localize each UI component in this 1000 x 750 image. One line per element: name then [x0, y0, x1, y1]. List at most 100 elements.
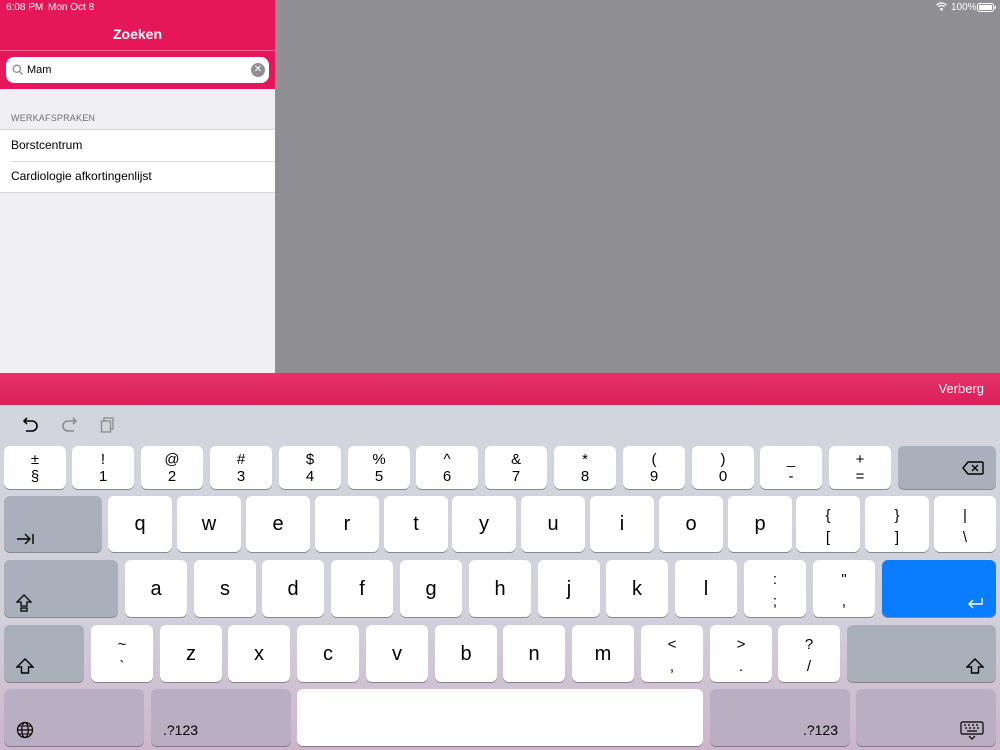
- key-x[interactable]: x: [228, 625, 290, 682]
- key-6[interactable]: ^ 6: [416, 446, 478, 489]
- key-p[interactable]: p: [728, 496, 792, 552]
- paste-icon[interactable]: [100, 417, 116, 438]
- key-0[interactable]: ) 0: [692, 446, 754, 489]
- key-l[interactable]: l: [675, 560, 737, 617]
- key-d[interactable]: d: [262, 560, 324, 617]
- key-section-sign[interactable]: ± §: [4, 446, 66, 489]
- sidebar: Zoeken ✕ WERKAFSPRAKEN Borstcentrum Card…: [0, 0, 275, 373]
- key-2[interactable]: @ 2: [141, 446, 203, 489]
- status-date: Mon Oct 8: [48, 2, 95, 13]
- delete-key[interactable]: [898, 446, 996, 489]
- search-input[interactable]: [27, 60, 247, 80]
- key-label: v: [392, 643, 402, 665]
- key-o[interactable]: o: [659, 496, 723, 552]
- key-label-top: ): [720, 451, 726, 468]
- key-s[interactable]: s: [194, 560, 256, 617]
- key-n[interactable]: n: [503, 625, 565, 682]
- key-9[interactable]: ( 9: [623, 446, 685, 489]
- key-z[interactable]: z: [160, 625, 222, 682]
- key-label-bottom: 8: [580, 468, 590, 485]
- shift-left-key[interactable]: [4, 625, 84, 682]
- key-q[interactable]: q: [108, 496, 172, 552]
- space-bar[interactable]: [297, 689, 703, 746]
- search-bar[interactable]: ✕: [6, 57, 269, 83]
- wifi-icon: [936, 2, 947, 14]
- globe-key[interactable]: [4, 689, 144, 746]
- key-e[interactable]: e: [246, 496, 310, 552]
- key-f[interactable]: f: [331, 560, 393, 617]
- key-label-bottom: ;: [772, 593, 778, 610]
- key-j[interactable]: j: [538, 560, 600, 617]
- key-1[interactable]: ! 1: [72, 446, 134, 489]
- key-label: i: [619, 513, 625, 535]
- key-label-top: ±: [30, 451, 40, 468]
- key-label-top: ~: [117, 636, 127, 653]
- key-y[interactable]: y: [452, 496, 516, 552]
- key-5[interactable]: % 5: [348, 446, 410, 489]
- globe-icon: [16, 721, 34, 744]
- key-label: a: [150, 578, 162, 600]
- key-7[interactable]: & 7: [485, 446, 547, 489]
- key-bracket-right[interactable]: } ]: [865, 496, 929, 552]
- shift-icon: [15, 658, 35, 679]
- key-t[interactable]: t: [384, 496, 448, 552]
- key-a[interactable]: a: [125, 560, 187, 617]
- key-backslash[interactable]: | \: [934, 496, 996, 552]
- key-quote[interactable]: " ,: [813, 560, 875, 617]
- key-i[interactable]: i: [590, 496, 654, 552]
- keyboard-accessory-bar: Verberg: [0, 373, 1000, 405]
- key-label-top: }: [894, 507, 900, 524]
- key-label-top: $: [305, 451, 315, 468]
- redo-icon[interactable]: [60, 417, 80, 438]
- key-label: n: [528, 643, 540, 665]
- caps-lock-key[interactable]: [4, 560, 118, 617]
- key-k[interactable]: k: [606, 560, 668, 617]
- shift-right-key[interactable]: [847, 625, 996, 682]
- key-u[interactable]: u: [521, 496, 585, 552]
- key-r[interactable]: r: [315, 496, 379, 552]
- key-label-top: (: [651, 451, 657, 468]
- hide-keyboard-button[interactable]: Verberg: [938, 381, 984, 396]
- clear-search-icon[interactable]: ✕: [251, 63, 265, 77]
- list-item[interactable]: Borstcentrum: [0, 130, 275, 161]
- key-b[interactable]: b: [435, 625, 497, 682]
- key-g[interactable]: g: [400, 560, 462, 617]
- key-semicolon[interactable]: : ;: [744, 560, 806, 617]
- key-equals[interactable]: + =: [829, 446, 891, 489]
- key-label: o: [685, 513, 697, 535]
- key-label: x: [254, 643, 264, 665]
- key-question[interactable]: ? /: [778, 625, 840, 682]
- key-minus[interactable]: _ -: [760, 446, 822, 489]
- key-label-bottom: \: [962, 529, 968, 546]
- tab-key[interactable]: [4, 496, 102, 552]
- key-tilde[interactable]: ~ `: [91, 625, 153, 682]
- key-label: u: [547, 513, 559, 535]
- key-label: c: [323, 643, 333, 665]
- key-label-bottom: `: [119, 658, 125, 675]
- key-w[interactable]: w: [177, 496, 241, 552]
- navbar-divider: [0, 50, 275, 51]
- key-label: m: [594, 643, 612, 665]
- numbers-key-right[interactable]: .?123: [710, 689, 850, 746]
- key-bracket-left[interactable]: { [: [796, 496, 860, 552]
- key-label-bottom: ,: [841, 593, 847, 610]
- tab-icon: [16, 532, 34, 550]
- list-item[interactable]: Cardiologie afkortingenlijst: [0, 161, 275, 192]
- key-label: s: [220, 578, 230, 600]
- key-greater-than[interactable]: > .: [710, 625, 772, 682]
- key-h[interactable]: h: [469, 560, 531, 617]
- key-3[interactable]: # 3: [210, 446, 272, 489]
- key-less-than[interactable]: < ,: [641, 625, 703, 682]
- key-v[interactable]: v: [366, 625, 428, 682]
- key-label-bottom: 5: [374, 468, 384, 485]
- key-8[interactable]: * 8: [554, 446, 616, 489]
- undo-icon[interactable]: [20, 417, 40, 438]
- keyboard-dismiss-key[interactable]: [856, 689, 996, 746]
- key-4[interactable]: $ 4: [279, 446, 341, 489]
- results-list: Borstcentrum Cardiologie afkortingenlijs…: [0, 129, 275, 193]
- return-key[interactable]: [882, 560, 996, 617]
- key-m[interactable]: m: [572, 625, 634, 682]
- numbers-key-left[interactable]: .?123: [151, 689, 291, 746]
- key-label: w: [201, 513, 217, 535]
- key-c[interactable]: c: [297, 625, 359, 682]
